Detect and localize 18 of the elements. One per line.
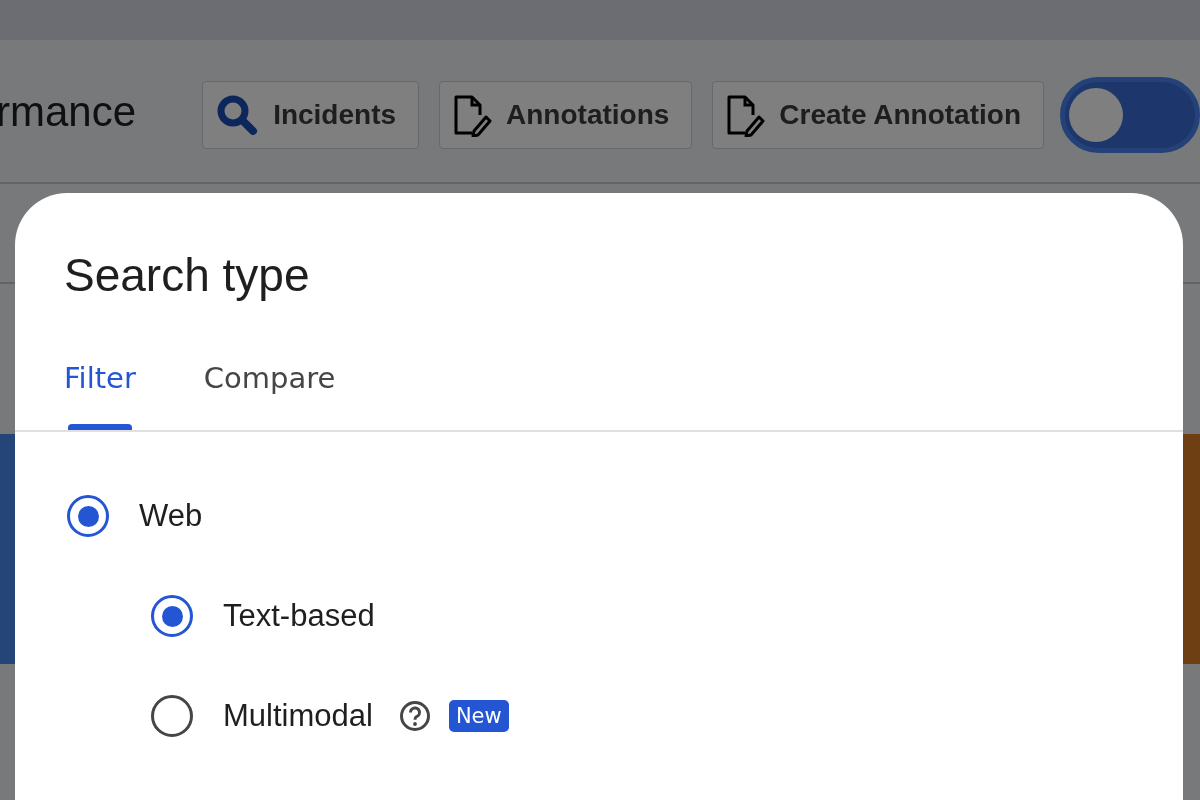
toggle-switch[interactable] xyxy=(1060,77,1200,153)
annotation-button[interactable]: Annotations xyxy=(439,81,693,149)
radio-button[interactable] xyxy=(151,595,193,637)
tab[interactable]: Filter xyxy=(64,355,136,430)
option-label: Multimodal xyxy=(223,696,373,735)
new-badge: New xyxy=(448,700,509,732)
option-label: Web xyxy=(139,496,203,535)
incidents-button[interactable]: Incidents xyxy=(202,81,420,149)
annotation-button[interactable]: Create Annotation xyxy=(712,81,1044,149)
search-icon xyxy=(215,93,260,137)
option-label: Text-based xyxy=(223,596,375,635)
document-edit-icon xyxy=(725,93,766,137)
radio-button[interactable] xyxy=(67,495,109,537)
radio-button[interactable] xyxy=(151,695,193,737)
help-icon[interactable] xyxy=(398,700,431,732)
document-edit-icon xyxy=(452,93,493,137)
tab[interactable]: Compare xyxy=(203,355,336,430)
dialog-title: Search type xyxy=(64,248,310,303)
